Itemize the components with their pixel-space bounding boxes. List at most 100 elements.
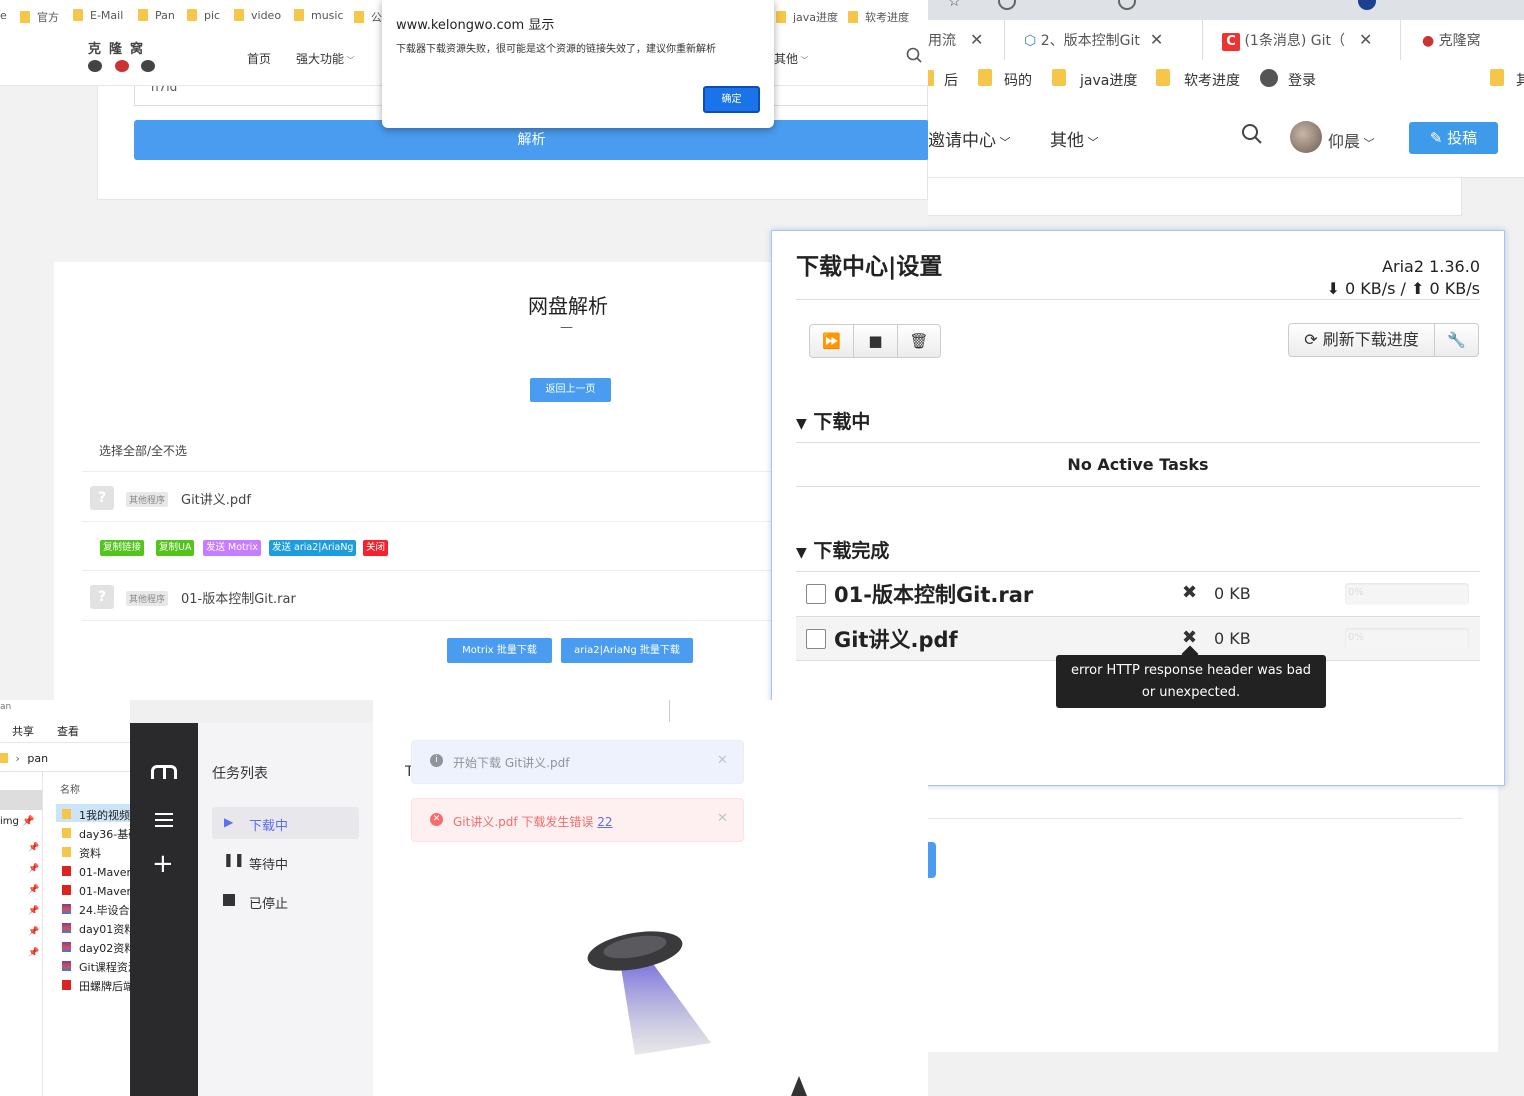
ok-button[interactable]: 确定 bbox=[703, 86, 760, 113]
close-icon[interactable]: ✕ bbox=[1359, 30, 1372, 49]
nav-features[interactable]: 强大功能 ﹀ bbox=[296, 50, 355, 67]
address-path: pan bbox=[27, 752, 49, 765]
globe-icon bbox=[1260, 69, 1278, 87]
add-task-icon[interactable]: + bbox=[152, 851, 174, 877]
nav-more[interactable]: 其他 ﹀ bbox=[774, 50, 809, 67]
folder-icon bbox=[978, 69, 992, 86]
bookmark-item[interactable]: e bbox=[0, 9, 7, 22]
copy-link-button[interactable]: 复制链接 bbox=[100, 540, 145, 556]
close-button[interactable]: 关闭 bbox=[363, 540, 389, 556]
alert-dialog: www.kelongwo.com 显示 下载器下载资源失败，很可能是这个资源的链… bbox=[382, 0, 774, 128]
task-checkbox[interactable] bbox=[806, 584, 826, 604]
column-header-name[interactable]: 名称 bbox=[60, 781, 80, 796]
nav-stopped[interactable]: 已停止 bbox=[212, 885, 359, 917]
close-icon[interactable]: ✕ bbox=[970, 30, 983, 49]
file-name: 田螺牌后端 bbox=[79, 980, 130, 993]
resume-all-icon[interactable]: ⏩ bbox=[810, 325, 854, 357]
file-list-item[interactable]: 资料 bbox=[62, 844, 130, 863]
close-icon[interactable]: ✕ bbox=[717, 811, 728, 826]
section-done[interactable]: ▼ 下载完成 bbox=[796, 536, 889, 563]
file-list-item[interactable]: 1我的视频 bbox=[62, 806, 130, 825]
file-row[interactable]: ? 其他程序 01-版本控制Git.rar bbox=[82, 571, 772, 621]
send-aria2-button[interactable]: 发送 aria2|AriaNg bbox=[269, 540, 357, 556]
search-icon[interactable] bbox=[906, 47, 922, 63]
section-active[interactable]: ▼ 下载中 bbox=[796, 407, 870, 434]
bookmark-item[interactable]: music bbox=[294, 9, 344, 22]
ribbon-tab-view[interactable]: 查看 bbox=[57, 723, 79, 739]
folder-icon bbox=[62, 847, 71, 857]
file-list-item[interactable]: 24.毕设合集 bbox=[62, 901, 130, 920]
error-code-link[interactable]: 22 bbox=[597, 815, 612, 829]
nav-invite-label: 邀请中心 bbox=[928, 131, 996, 151]
file-list-item[interactable]: day01资料 bbox=[62, 920, 130, 939]
file-list-item[interactable]: 01-Maven bbox=[62, 863, 130, 882]
close-icon[interactable]: ✕ bbox=[1150, 30, 1163, 49]
avatar[interactable] bbox=[1290, 121, 1322, 153]
batch-motrix-button[interactable]: Motrix 批量下载 bbox=[447, 638, 552, 663]
browser-tab[interactable]: C (1条消息) Git（ ✕ bbox=[1222, 30, 1372, 51]
bookmark-item[interactable]: java进度 bbox=[776, 9, 838, 25]
quick-access-item[interactable]: img 📌 bbox=[0, 816, 35, 827]
tomato-icon bbox=[115, 60, 129, 72]
close-icon[interactable]: ✕ bbox=[717, 753, 728, 768]
batch-aria2-button[interactable]: aria2|AriaNg 批量下载 bbox=[561, 638, 693, 663]
file-list-item[interactable]: day36-基础 bbox=[62, 825, 130, 844]
star-icon[interactable]: ☆ bbox=[948, 0, 961, 10]
profile-icon[interactable] bbox=[1358, 0, 1376, 10]
bookmark-item[interactable]: E-Mail bbox=[73, 9, 123, 22]
task-row[interactable]: 01-版本控制Git.rar ✖ 0 KB 0% bbox=[796, 571, 1480, 616]
user-menu[interactable]: 仰晨 ﹀ bbox=[1328, 128, 1375, 152]
bookmark-item[interactable]: 官方 bbox=[20, 9, 59, 25]
bookmark-item[interactable]: pic bbox=[187, 9, 220, 22]
address-bar[interactable]: › pan bbox=[0, 752, 130, 765]
error-icon[interactable]: ✖ bbox=[1182, 582, 1197, 603]
wrench-icon[interactable]: 🔧 bbox=[1435, 324, 1478, 356]
browser-tab[interactable]: 用流 ✕ bbox=[928, 30, 983, 50]
post-button[interactable]: ✎ 投稿 bbox=[1409, 122, 1498, 154]
file-list-item[interactable]: 01-Maven bbox=[62, 882, 130, 901]
file-list-item[interactable]: day02资料 bbox=[62, 939, 130, 958]
blue-button-edge[interactable] bbox=[928, 842, 936, 878]
refresh-button[interactable]: ⟳ 刷新下载进度 bbox=[1289, 324, 1435, 356]
nav-waiting[interactable]: ❚❚ 等待中 bbox=[212, 846, 359, 878]
bookmark-item[interactable]: 软考进度 bbox=[1184, 70, 1240, 90]
search-icon[interactable] bbox=[1241, 123, 1263, 145]
bookmark-item[interactable]: 软考进度 bbox=[848, 9, 909, 25]
copy-ua-button[interactable]: 复制UA bbox=[156, 540, 195, 556]
quick-access-selected[interactable] bbox=[0, 790, 42, 810]
send-motrix-button[interactable]: 发送 Motrix bbox=[203, 540, 261, 556]
site-logo[interactable]: 克隆窝 bbox=[88, 38, 151, 57]
bookmark-item[interactable]: 其 bbox=[1516, 70, 1524, 90]
menu-icon[interactable] bbox=[155, 813, 173, 827]
browser-tab[interactable]: ● 克隆窝 bbox=[1422, 30, 1481, 50]
bookmark-item[interactable]: video bbox=[234, 9, 281, 22]
file-row[interactable]: ? 其他程序 Git讲义.pdf bbox=[82, 472, 772, 522]
select-all-toggle[interactable]: 选择全部/全不选 bbox=[99, 442, 187, 459]
file-list-item[interactable]: 田螺牌后端 bbox=[62, 977, 130, 996]
browser-tab[interactable]: ⬡ 2、版本控制Git ✕ bbox=[1024, 30, 1163, 50]
nav-more[interactable]: 其他 ﹀ bbox=[1050, 126, 1099, 151]
bookmark-item[interactable]: 码的 bbox=[1004, 70, 1032, 90]
bookmark-item[interactable]: Pan bbox=[138, 9, 175, 22]
bookmark-item[interactable]: 后 bbox=[944, 70, 958, 90]
trash-icon[interactable]: 🗑 bbox=[898, 325, 940, 357]
ribbon-tab-share[interactable]: 共享 bbox=[12, 723, 34, 739]
extension-icon[interactable] bbox=[1118, 0, 1136, 10]
bookmark-item[interactable]: 公 bbox=[354, 9, 382, 25]
folder-icon bbox=[62, 809, 71, 819]
folder-icon bbox=[294, 9, 304, 21]
chevron-down-icon: ﹀ bbox=[1360, 137, 1375, 150]
file-list-item[interactable]: Git课程资源 bbox=[62, 958, 130, 977]
task-checkbox[interactable] bbox=[806, 629, 826, 649]
nav-invite[interactable]: 邀请中心 ﹀ bbox=[928, 126, 1011, 151]
nav-downloading[interactable]: ▶ 下载中 bbox=[212, 807, 359, 839]
nav-home[interactable]: 首页 bbox=[247, 50, 271, 67]
extension-icon[interactable] bbox=[998, 0, 1016, 10]
pin-icon: 📌 bbox=[28, 906, 40, 916]
speed-separator: / bbox=[1395, 279, 1412, 298]
back-button[interactable]: 返回上一页 bbox=[530, 378, 611, 402]
bookmark-item[interactable]: 登录 bbox=[1288, 70, 1316, 90]
bookmark-item[interactable]: java进度 bbox=[1080, 70, 1137, 90]
stop-icon[interactable]: ■ bbox=[854, 325, 898, 357]
pause-icon: ❚❚ bbox=[223, 853, 245, 868]
